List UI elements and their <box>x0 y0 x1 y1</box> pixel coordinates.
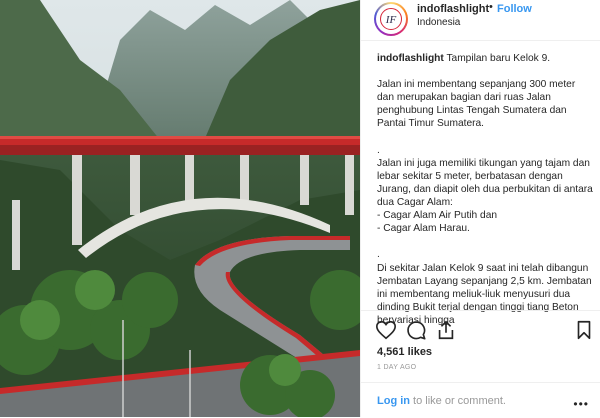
bookmark-icon[interactable] <box>573 319 595 341</box>
likes-count[interactable]: 4,561 likes <box>377 346 432 358</box>
separator-dot: • <box>489 1 493 13</box>
follow-button[interactable]: Follow <box>497 3 532 15</box>
post-photo[interactable] <box>0 0 360 417</box>
avatar-logo-icon: IF <box>380 8 402 30</box>
caption-paragraph: Jalan ini membentang sepanjang 300 meter… <box>377 79 576 130</box>
post-date: 1 DAY AGO <box>377 364 417 371</box>
more-options-icon[interactable]: ••• <box>573 397 589 411</box>
username-link[interactable]: indoflashlight <box>417 3 489 15</box>
login-prompt-text: to like or comment. <box>410 395 506 407</box>
caption-paragraph: . Jalan ini juga memiliki tikungan yang … <box>377 144 593 235</box>
action-bar <box>361 310 600 351</box>
caption-intro: indoflashlight Tampilan baru Kelok 9. <box>377 52 593 65</box>
login-link[interactable]: Log in <box>377 395 410 407</box>
post-header: IF indoflashlight • Follow Indonesia <box>361 0 600 41</box>
comment-icon[interactable] <box>405 319 427 341</box>
login-prompt: Log in to like or comment. <box>377 395 506 407</box>
heart-icon[interactable] <box>375 319 397 341</box>
post-side-panel: IF indoflashlight • Follow Indonesia ind… <box>360 0 600 417</box>
avatar[interactable]: IF <box>374 2 408 36</box>
bridge-landscape-image <box>0 0 360 417</box>
comment-bar: Log in to like or comment. ••• <box>361 382 600 418</box>
post-caption: indoflashlight Tampilan baru Kelok 9. Ja… <box>377 52 593 340</box>
caption-title: Tampilan baru Kelok 9. <box>446 53 551 64</box>
share-icon[interactable] <box>435 319 457 341</box>
caption-username[interactable]: indoflashlight <box>377 53 444 64</box>
location-link[interactable]: Indonesia <box>417 17 460 28</box>
